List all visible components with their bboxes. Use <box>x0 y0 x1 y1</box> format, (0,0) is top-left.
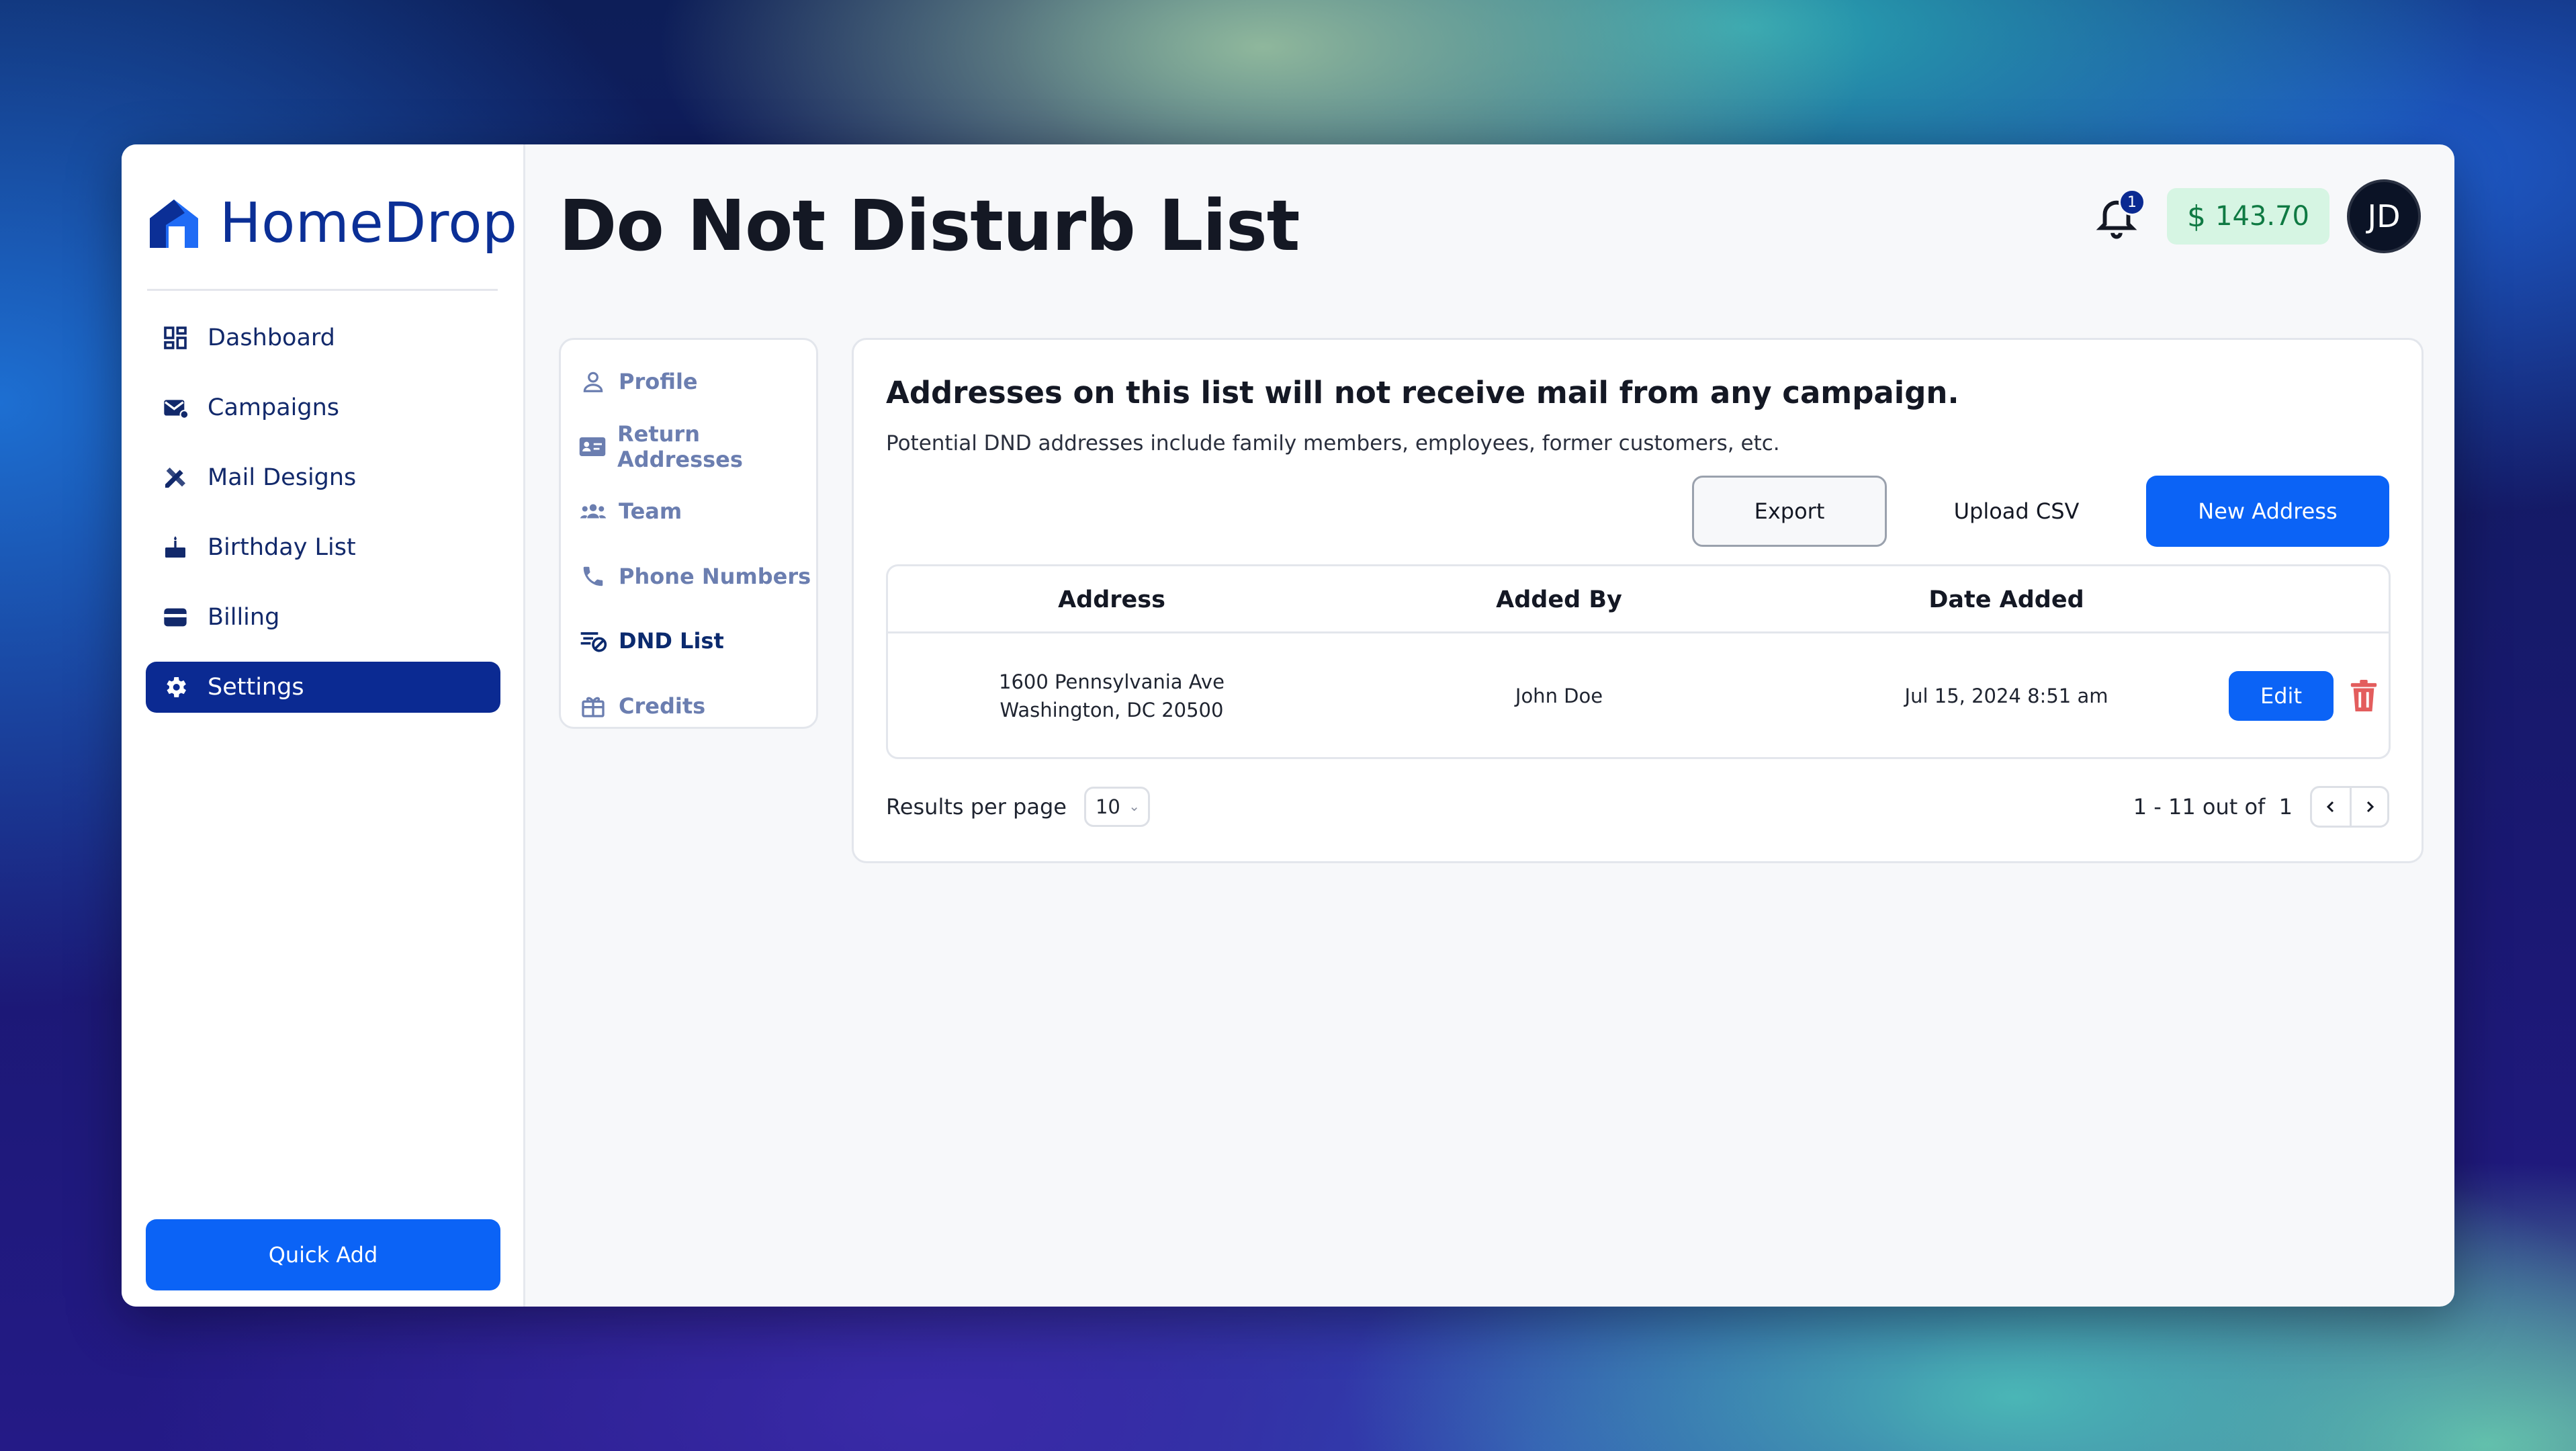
nav-item-label: Birthday List <box>208 534 356 561</box>
settings-item-label: Credits <box>619 693 706 719</box>
quick-add-button[interactable]: Quick Add <box>146 1219 500 1290</box>
dashboard-icon <box>161 323 190 353</box>
notification-badge: 1 <box>2119 189 2146 216</box>
mail-blocked-icon <box>578 626 608 656</box>
avatar[interactable]: JD <box>2347 179 2421 253</box>
phone-icon <box>578 562 608 591</box>
settings-item-team[interactable]: Team <box>578 479 816 544</box>
app-window: HomeDrop Dashboard Campaigns Mail Design… <box>122 144 2454 1307</box>
nav-item-label: Mail Designs <box>208 464 357 491</box>
design-tools-icon <box>161 463 190 492</box>
card-icon <box>161 603 190 632</box>
settings-item-phone-numbers[interactable]: Phone Numbers <box>578 544 816 609</box>
added-by-cell: John Doe <box>1515 685 1603 707</box>
chevron-down-icon: ⌄ <box>1128 798 1140 814</box>
nav-item-dashboard[interactable]: Dashboard <box>146 312 500 363</box>
homedrop-logo-icon <box>150 199 198 248</box>
table-header: Address Added By Date Added <box>888 566 2389 633</box>
settings-item-profile[interactable]: Profile <box>578 349 816 414</box>
export-button[interactable]: Export <box>1692 476 1887 547</box>
nav-item-birthday-list[interactable]: Birthday List <box>146 522 500 573</box>
column-header-address[interactable]: Address <box>888 566 1335 633</box>
settings-item-label: DND List <box>619 628 724 654</box>
gift-icon <box>578 691 608 721</box>
table-footer: Results per page 10 ⌄ 1 - 11 out of 1 <box>886 786 2389 828</box>
settings-item-return-addresses[interactable]: Return Addresses <box>578 414 816 480</box>
nav-item-label: Settings <box>208 674 304 701</box>
chevron-left-icon <box>2326 801 2334 813</box>
nav-item-settings[interactable]: Settings <box>146 662 500 713</box>
date-added-cell: Jul 15, 2024 8:51 am <box>1904 685 2108 707</box>
settings-item-credits[interactable]: Credits <box>578 674 816 739</box>
top-bar: 1 $ 143.70 JD <box>2093 179 2421 253</box>
dnd-heading: Addresses on this list will not receive … <box>886 375 1959 410</box>
nav-item-label: Dashboard <box>208 324 335 351</box>
id-card-icon <box>578 432 607 461</box>
results-per-page-select[interactable]: 10 ⌄ <box>1083 787 1150 827</box>
settings-item-label: Return Addresses <box>617 421 743 472</box>
page-title: Do Not Disturb List <box>559 185 1300 267</box>
edit-button[interactable]: Edit <box>2229 671 2334 721</box>
brand-name: HomeDrop <box>220 191 518 255</box>
new-address-button[interactable]: New Address <box>2146 476 2389 547</box>
users-icon <box>578 496 608 526</box>
balance-badge[interactable]: $ 143.70 <box>2167 188 2329 245</box>
dnd-table: Address Added By Date Added 1600 Pennsyl… <box>886 564 2391 759</box>
upload-csv-button[interactable]: Upload CSV <box>1912 476 2121 547</box>
pagination: 1 - 11 out of 1 <box>2133 786 2389 828</box>
column-header-date-added[interactable]: Date Added <box>1783 566 2230 633</box>
settings-menu: Profile Return Addresses Team Phone Numb… <box>559 338 818 729</box>
nav-item-label: Campaigns <box>208 394 340 421</box>
trash-icon[interactable] <box>2348 679 2379 713</box>
dollar-icon: $ <box>2187 199 2207 234</box>
nav-item-billing[interactable]: Billing <box>146 592 500 643</box>
brand[interactable]: HomeDrop <box>146 191 517 255</box>
settings-item-label: Phone Numbers <box>619 563 811 589</box>
results-per-page-value: 10 <box>1095 795 1120 818</box>
settings-item-label: Profile <box>619 369 698 395</box>
chevron-right-icon <box>2366 801 2374 813</box>
dnd-description: Potential DND addresses include family m… <box>886 431 1780 455</box>
mail-icon <box>161 393 190 423</box>
table-row: 1600 Pennsylvania Ave Washington, DC 205… <box>888 633 2389 757</box>
main-content: Do Not Disturb List 1 $ 143.70 JD Profil… <box>525 144 2454 1307</box>
dnd-actions: Export Upload CSV New Address <box>1692 476 2389 547</box>
address-line-2: Washington, DC 20500 <box>1000 699 1224 721</box>
notifications-button[interactable]: 1 <box>2093 189 2146 240</box>
settings-item-label: Team <box>619 498 682 525</box>
column-header-added-by[interactable]: Added By <box>1335 566 1783 633</box>
sidebar: HomeDrop Dashboard Campaigns Mail Design… <box>122 144 525 1307</box>
main-nav: Dashboard Campaigns Mail Designs Birthda… <box>146 312 500 732</box>
settings-item-dnd-list[interactable]: DND List <box>578 609 816 674</box>
nav-item-campaigns[interactable]: Campaigns <box>146 382 500 433</box>
address-cell: 1600 Pennsylvania Ave Washington, DC 205… <box>888 633 1335 757</box>
divider <box>147 289 498 291</box>
results-per-page-label: Results per page <box>886 794 1067 820</box>
previous-page-button[interactable] <box>2312 788 2350 826</box>
nav-item-label: Billing <box>208 604 280 631</box>
balance-amount: 143.70 <box>2215 201 2309 232</box>
nav-item-mail-designs[interactable]: Mail Designs <box>146 452 500 503</box>
address-line-1: 1600 Pennsylvania Ave <box>999 670 1225 693</box>
cake-icon <box>161 533 190 562</box>
next-page-button[interactable] <box>2350 788 2387 826</box>
results-per-page: Results per page 10 ⌄ <box>886 786 1150 828</box>
pagination-summary: 1 - 11 out of 1 <box>2133 794 2293 820</box>
dnd-card: Addresses on this list will not receive … <box>852 338 2424 863</box>
gear-icon <box>161 672 190 702</box>
pagination-buttons <box>2310 786 2389 828</box>
user-icon <box>578 367 608 396</box>
